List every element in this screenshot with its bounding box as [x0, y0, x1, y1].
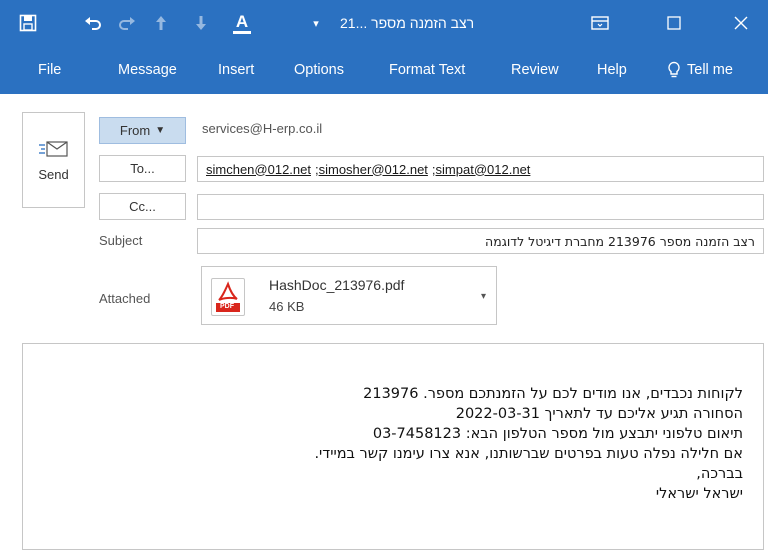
undo-icon[interactable]	[78, 0, 108, 46]
lightbulb-icon	[668, 61, 680, 78]
maximize-icon[interactable]	[654, 0, 694, 46]
chevron-down-icon: ▼	[155, 125, 166, 136]
from-address: services@H-erp.co.il	[202, 121, 323, 136]
send-label: Send	[38, 166, 69, 182]
recipient[interactable]: simpat@012.net	[436, 162, 531, 177]
pdf-icon-label: PDF	[220, 303, 234, 310]
redo-icon[interactable]	[112, 0, 142, 46]
body-line: תיאום טלפוני יתבצע מול מספר הטלפון הבא: …	[372, 426, 743, 442]
body-line: לקוחות נכבדים, אנו מודים לכם על הזמנתכם …	[363, 386, 743, 402]
attachment-item[interactable]: PDF HashDoc_213976.pdf 46 KB ▾	[201, 266, 497, 325]
recipient[interactable]: simosher@012.net	[319, 162, 428, 177]
tell-me-search[interactable]: Tell me	[667, 46, 733, 94]
ribbon-tabs: File Message Insert Options Format Text …	[0, 46, 768, 94]
from-button[interactable]: From ▼	[99, 117, 186, 144]
send-icon	[38, 140, 68, 157]
body-line: ישראל ישראלי	[655, 486, 743, 502]
attachment-menu-icon[interactable]: ▾	[481, 291, 486, 302]
tab-message[interactable]: Message	[118, 46, 177, 94]
attached-label: Attached	[99, 291, 151, 306]
font-color-icon[interactable]: A	[225, 0, 259, 46]
from-button-label: From	[119, 123, 151, 138]
to-button[interactable]: To...	[99, 155, 186, 182]
message-body[interactable]: לקוחות נכבדים, אנו מודים לכם על הזמנתכם …	[22, 343, 764, 550]
tab-file[interactable]: File	[38, 46, 61, 94]
tab-review[interactable]: Review	[511, 46, 559, 94]
attachment-size: 46 KB	[269, 299, 305, 314]
cc-button[interactable]: Cc...	[99, 193, 186, 220]
send-button[interactable]: Send	[22, 112, 85, 208]
subject-text: רצב הזמנה מספר 213976 מחברת דיגיטל לדוגמ…	[485, 233, 755, 249]
recipient[interactable]: simchen@012.net	[206, 162, 311, 177]
to-field[interactable]: simchen@012.net ; simosher@012.net ; sim…	[197, 156, 764, 182]
close-icon[interactable]	[718, 0, 764, 46]
body-line: בברכה,	[696, 466, 743, 482]
customize-qat-icon[interactable]: ▾	[306, 0, 326, 46]
message-text: לקוחות נכבדים, אנו מודים לכם על הזמנתכם …	[314, 384, 743, 504]
font-color-letter: A	[235, 11, 249, 31]
tab-options[interactable]: Options	[294, 46, 344, 94]
ribbon-display-icon[interactable]	[580, 0, 620, 46]
cc-field[interactable]	[197, 194, 764, 220]
down-icon[interactable]	[186, 0, 216, 46]
tell-me-label: Tell me	[687, 62, 733, 78]
tab-insert[interactable]: Insert	[218, 46, 254, 94]
attachment-name: HashDoc_213976.pdf	[269, 277, 405, 293]
pdf-icon: PDF	[211, 278, 245, 316]
window-title: רצב הזמנה מספר ...21	[340, 15, 475, 31]
save-icon[interactable]	[8, 0, 48, 46]
tab-format-text[interactable]: Format Text	[389, 46, 465, 94]
subject-label: Subject	[99, 233, 143, 248]
body-line: הסחורה תגיע אליכם עד לתאריך 2022-03-31	[455, 406, 743, 422]
up-icon[interactable]	[146, 0, 176, 46]
tab-help[interactable]: Help	[597, 46, 627, 94]
title-bar: A ▾ רצב הזמנה מספר ...21	[0, 0, 768, 46]
body-line: אם חלילה נפלה טעות בפרטים שברשותנו, אנא …	[314, 446, 743, 462]
subject-field[interactable]: רצב הזמנה מספר 213976 מחברת דיגיטל לדוגמ…	[197, 228, 764, 254]
